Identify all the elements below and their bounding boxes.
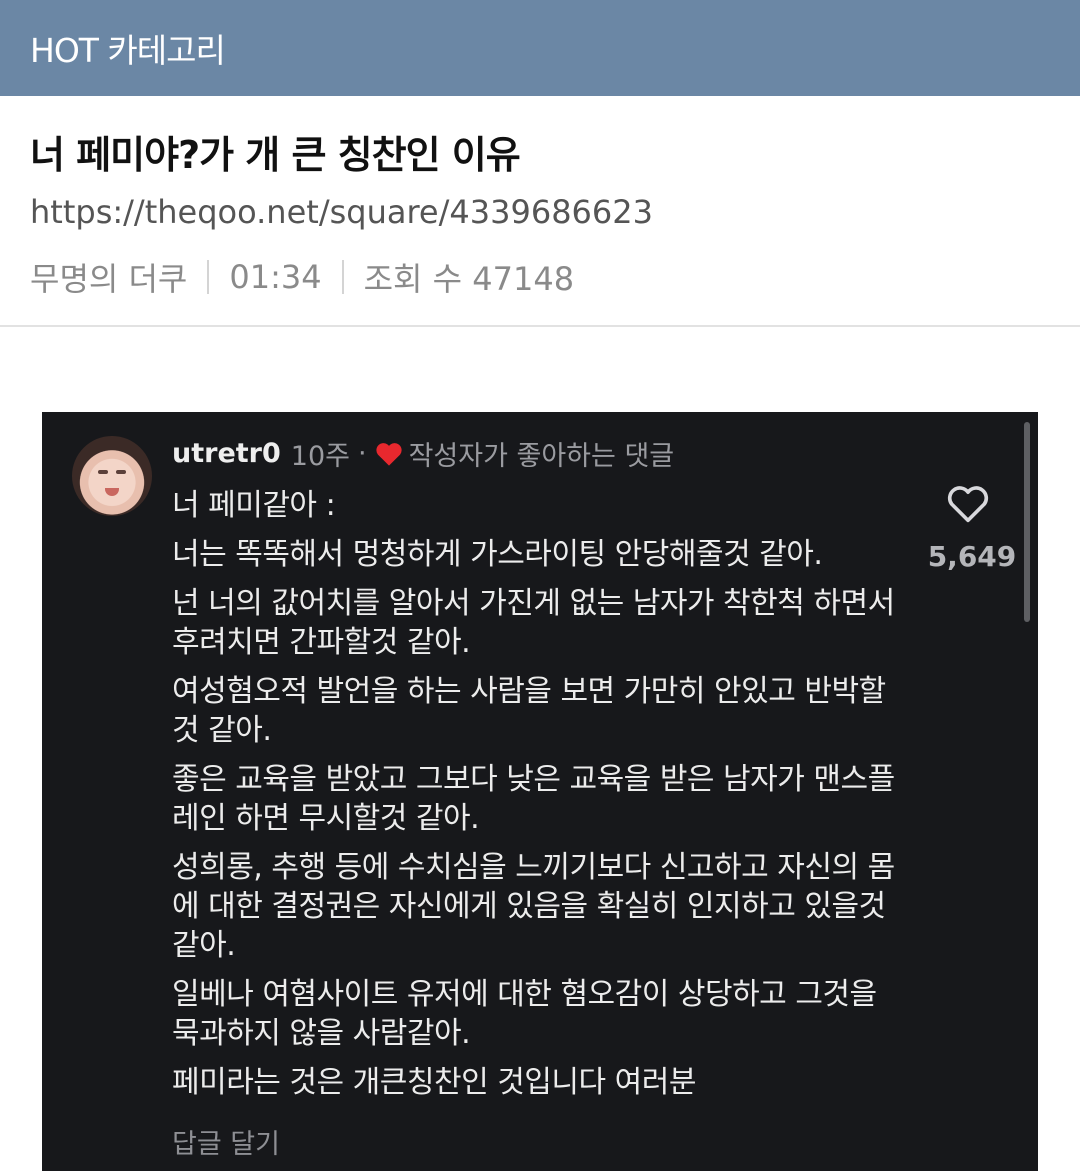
comment-header: utretr0 10주 · 작성자가 좋아하는 댓글 — [172, 434, 674, 473]
comment-line: 성희롱, 추행 등에 수치심을 느끼기보다 신고하고 자신의 몸에 대한 결정권… — [172, 850, 895, 963]
post-url-link[interactable]: https://theqoo.net/square/4339686623 — [30, 193, 653, 231]
avatar-mouth — [105, 488, 119, 496]
author-name: 무명의 더쿠 — [30, 260, 188, 298]
meta-divider — [207, 260, 210, 294]
comment-line: 페미라는 것은 개큰칭찬인 것입니다 여러분 — [172, 1065, 696, 1100]
category-title[interactable]: HOT 카테고리 — [30, 24, 226, 72]
post-time: 01:34 — [229, 258, 322, 296]
comment-age: 10주 — [290, 441, 350, 472]
like-count: 5,649 — [927, 540, 1017, 573]
avatar[interactable] — [72, 436, 152, 516]
comment-line: 너 페미같아 : — [172, 488, 336, 523]
scrollbar[interactable] — [1024, 422, 1030, 622]
comment-line: 일베나 여혐사이트 유저에 대한 혐오감이 상당하고 그것을 묵과하지 않을 사… — [172, 977, 877, 1051]
header-separator: · — [357, 438, 367, 469]
avatar-eye — [98, 470, 108, 474]
meta-divider — [341, 260, 344, 294]
post-title: 너 페미야?가 개 큰 칭찬인 이유 — [30, 133, 521, 177]
comment-line: 좋은 교육을 받았고 그보다 낮은 교육을 받은 남자가 맨스플레인 하면 무시… — [172, 762, 895, 836]
embedded-comment-screenshot: utretr0 10주 · 작성자가 좋아하는 댓글 너 페미같아 : 너는 똑… — [42, 412, 1038, 1171]
comment-body: 너 페미같아 : 너는 똑똑해서 멍청하게 가스라이팅 안당해줄것 같아. 넌 … — [172, 486, 912, 1112]
top-bar: HOT 카테고리 — [0, 0, 1080, 96]
header-divider — [0, 325, 1080, 327]
reply-button[interactable]: 답글 달기 — [172, 1122, 280, 1161]
red-heart-icon — [375, 442, 402, 466]
creator-liked-label: 작성자가 좋아하는 댓글 — [408, 441, 675, 472]
comment-line: 여성혐오적 발언을 하는 사람을 보면 가만히 안있고 반박할것 같아. — [172, 674, 886, 748]
post-meta: 무명의 더쿠 01:34 조회 수 47148 — [30, 254, 574, 300]
comment-line: 너는 똑똑해서 멍청하게 가스라이팅 안당해줄것 같아. — [172, 537, 823, 572]
avatar-eye — [116, 470, 126, 474]
comment-username[interactable]: utretr0 — [172, 438, 281, 469]
comment-line: 넌 너의 값어치를 알아서 가진게 없는 남자가 착한척 하면서 후려치면 간파… — [172, 586, 895, 660]
view-count: 조회 수 47148 — [363, 260, 575, 298]
heart-outline-icon[interactable] — [946, 484, 990, 524]
